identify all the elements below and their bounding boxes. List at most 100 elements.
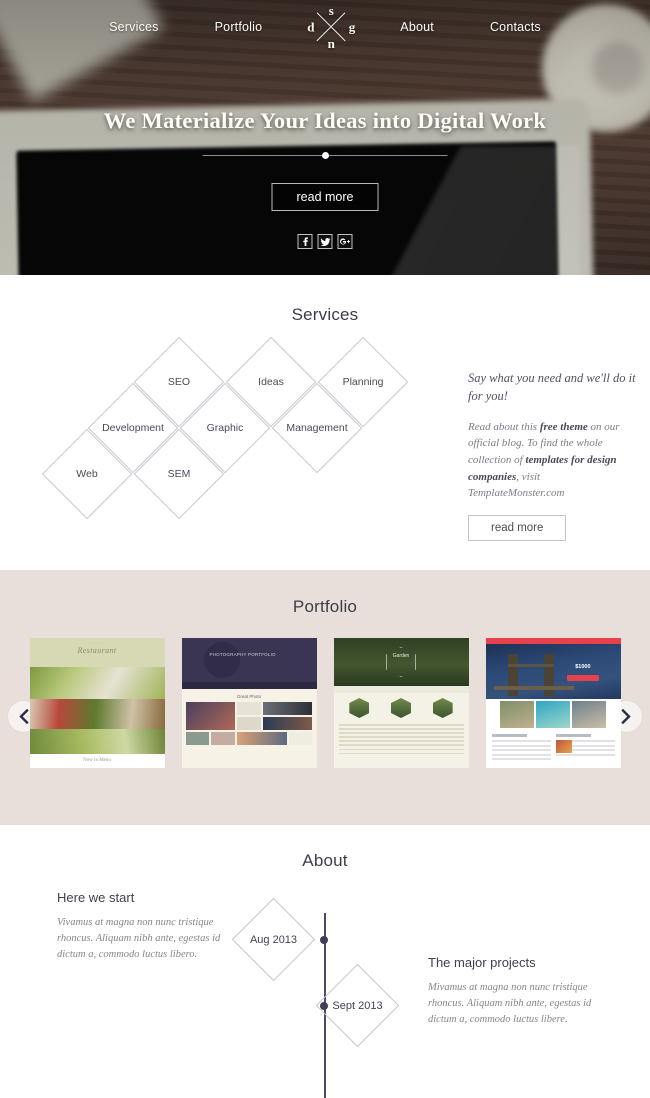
about-entry-right: The major projects Mivamus at magna non … [428, 955, 600, 1027]
thumb-body [485, 730, 621, 768]
portfolio-item-travel[interactable]: $1000 [485, 638, 621, 768]
services-read-more-button[interactable]: read more [468, 515, 567, 542]
cta-button [566, 675, 599, 681]
service-label: SEO [167, 376, 191, 388]
about-entry-heading: The major projects [428, 955, 536, 970]
hero-section: Services Portfolio s g n d About Contact… [0, 0, 650, 275]
portfolio-section: Portfolio ◦◦◦◦ Restaurant Now in Menu PH… [0, 570, 650, 825]
food-photo-1 [29, 667, 165, 699]
text-line [338, 736, 464, 738]
gallery-tile [262, 717, 313, 730]
nav-item-contacts[interactable]: Contacts [462, 21, 569, 34]
service-label: Web [76, 468, 98, 480]
portfolio-thumbnails: ◦◦◦◦ Restaurant Now in Menu PHOTOGRAPHY … [0, 638, 650, 768]
service-label: Management [286, 422, 348, 434]
timeline-date-label: Aug 2013 [249, 933, 298, 946]
text-line [338, 724, 464, 726]
google-plus-icon[interactable] [337, 234, 353, 249]
slider-track[interactable] [202, 152, 448, 159]
column-heading [555, 734, 591, 737]
destination-card [535, 701, 571, 728]
hexagon-badge [386, 647, 416, 677]
about-heading: About [302, 851, 348, 870]
service-label: Ideas [258, 376, 284, 388]
service-label: Graphic [206, 422, 244, 434]
logo-letter-right: g [348, 19, 356, 35]
text-line [338, 740, 464, 742]
hero-title: We Materialize Your Ideas into Digital W… [103, 108, 547, 133]
timeline-date-label: Sept 2013 [332, 999, 383, 1012]
bridge-deck [493, 686, 574, 690]
portfolio-item-garden[interactable]: Garden [333, 638, 469, 768]
text-line [555, 753, 615, 756]
nav-item-about[interactable]: About [372, 21, 462, 34]
slider-active-dot[interactable] [321, 152, 329, 159]
twitter-icon[interactable] [317, 234, 333, 249]
form-row [491, 758, 551, 760]
form-row [491, 740, 551, 742]
gallery-tile [211, 732, 236, 745]
services-lead-text: Say what you need and we'll do it for yo… [468, 371, 636, 403]
hexagon-item [390, 698, 411, 718]
thumb-body [333, 693, 469, 768]
news-thumbnail [555, 740, 572, 753]
nav-item-services[interactable]: Services [81, 21, 187, 34]
hero-read-more-button[interactable]: read more [271, 183, 379, 211]
services-copy: Say what you need and we'll do it for yo… [468, 370, 638, 542]
gallery-tile [185, 702, 236, 730]
thumb-title: PHOTOGRAPHY PORTFOLIO [209, 652, 276, 657]
destination-card [572, 701, 607, 728]
text-line [338, 752, 464, 755]
about-entry-heading: Here we start [57, 890, 135, 905]
timeline-date-diamond-2[interactable]: Sept 2013 [315, 963, 400, 1048]
gallery-tile [237, 717, 261, 730]
service-label: SEM [167, 468, 191, 480]
hexagon-item [349, 698, 370, 718]
timeline-marker-1 [320, 936, 328, 944]
thumb-navbar [181, 682, 317, 689]
services-heading: Services [291, 305, 359, 324]
text-line [338, 748, 464, 751]
about-section: About Aug 2013 Sept 2013 Here we start V… [0, 825, 650, 1098]
text-line [338, 728, 464, 730]
gallery-tile [288, 732, 313, 745]
destination-card [499, 701, 534, 728]
services-section: Services Web Development SEO SEM Graphic… [0, 275, 650, 570]
about-entry-text: Mivamus at magna non nunc tristique rhon… [428, 982, 592, 1025]
gallery-caption: Great Photo [236, 694, 262, 699]
portfolio-item-restaurant[interactable]: ◦◦◦◦ Restaurant Now in Menu [29, 638, 165, 768]
food-photo-3 [29, 729, 165, 754]
portfolio-item-photography[interactable]: PHOTOGRAPHY PORTFOLIO Great Photo [181, 638, 317, 768]
decor-dots: ◦◦◦◦ [89, 641, 105, 647]
hexagon-row [339, 698, 464, 718]
timeline-date-diamond-1[interactable]: Aug 2013 [231, 897, 316, 982]
thumb-gallery: Great Photo [181, 689, 317, 768]
services-body-part-1: Read about this [468, 420, 540, 433]
form-row [491, 749, 551, 751]
service-label: Planning [342, 376, 384, 388]
decor-circle [203, 642, 240, 678]
gallery-tile [237, 702, 261, 715]
logo-letter-bottom: n [327, 36, 335, 51]
site-logo[interactable]: s g n d [307, 3, 356, 51]
text-line [338, 744, 464, 747]
social-links [297, 234, 353, 249]
thumb-header: ◦◦◦◦ Restaurant [29, 638, 165, 667]
news-column [555, 734, 615, 764]
services-body-bold-1: free theme [539, 420, 588, 433]
form-row [491, 744, 551, 747]
search-form-column [491, 734, 551, 764]
form-row [491, 753, 551, 756]
nav-item-portfolio[interactable]: Portfolio [187, 21, 291, 34]
services-body-text: Read about this free theme on our offici… [468, 419, 638, 503]
food-photo-2 [29, 699, 165, 729]
portfolio-heading: Portfolio [292, 597, 358, 616]
text-line [338, 732, 464, 734]
landing-page: Services Portfolio s g n d About Contact… [0, 0, 650, 1098]
thumb-header: PHOTOGRAPHY PORTFOLIO [181, 638, 317, 682]
gallery-tile [185, 732, 210, 745]
facebook-icon[interactable] [297, 234, 313, 249]
about-entry-text: Vivamus at magna non nunc tristique rhon… [57, 917, 221, 960]
logo-letter-top: s [328, 3, 334, 18]
gallery-grid [185, 702, 313, 745]
